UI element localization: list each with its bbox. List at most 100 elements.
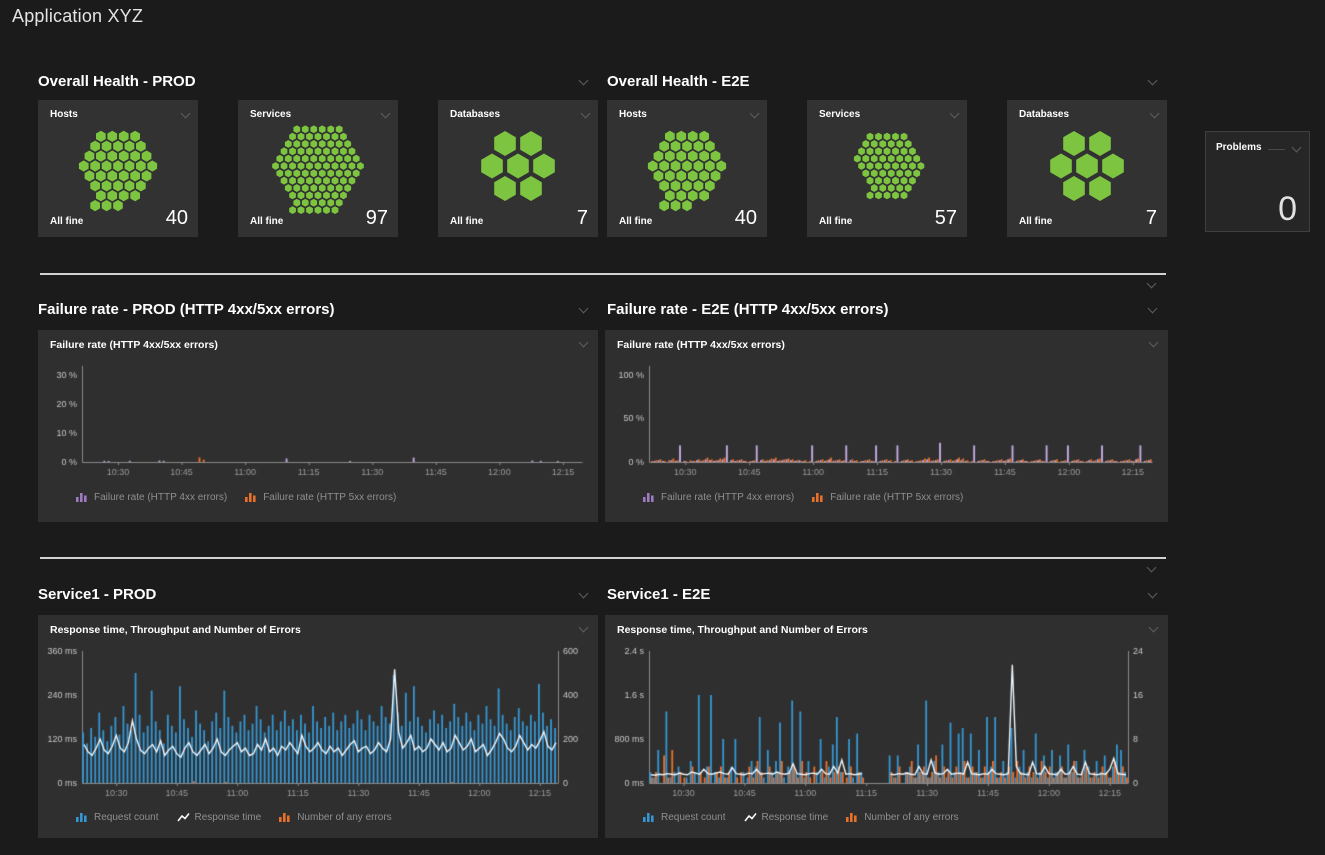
bars-icon bbox=[245, 492, 258, 503]
hexagon-cluster bbox=[238, 114, 398, 217]
legend-item[interactable]: Request count bbox=[76, 812, 159, 823]
tile-count: 7 bbox=[577, 207, 588, 230]
section-header-overall-health-prod: Overall Health - PROD bbox=[38, 72, 590, 90]
legend-item[interactable]: Response time bbox=[744, 812, 829, 823]
tile-status: All fine bbox=[50, 216, 83, 227]
hexagon-cluster bbox=[607, 114, 767, 217]
section-title: Overall Health - PROD bbox=[38, 73, 196, 90]
health-tile-services-e2e[interactable]: Services All fine 57 bbox=[807, 100, 967, 237]
legend-label: Number of any errors bbox=[297, 812, 391, 823]
section-header-service1-prod: Service1 - PROD bbox=[38, 585, 590, 603]
health-tile-databases-prod[interactable]: Databases All fine 7 bbox=[438, 100, 598, 237]
bars-icon bbox=[643, 812, 656, 823]
problems-label: Problems bbox=[1216, 142, 1262, 153]
chevron-down-icon[interactable] bbox=[1147, 304, 1159, 314]
chart-card-title: Failure rate (HTTP 4xx/5xx errors) bbox=[617, 339, 785, 351]
chart-card-title: Failure rate (HTTP 4xx/5xx errors) bbox=[50, 339, 218, 351]
failure-rate-chart[interactable] bbox=[611, 356, 1162, 484]
chevron-down-icon[interactable] bbox=[578, 589, 590, 599]
section-header-overall-health-e2e: Overall Health - E2E bbox=[607, 72, 1159, 90]
tile-status: All fine bbox=[250, 216, 283, 227]
tile-status: All fine bbox=[819, 216, 852, 227]
legend-label: Failure rate (HTTP 5xx errors) bbox=[263, 492, 396, 503]
hexagon-cluster bbox=[807, 114, 967, 217]
tile-status: All fine bbox=[619, 216, 652, 227]
bars-icon bbox=[846, 812, 859, 823]
chevron-down-icon[interactable] bbox=[578, 623, 590, 633]
tile-count: 57 bbox=[935, 207, 957, 230]
tile-count: 40 bbox=[166, 207, 188, 230]
legend-label: Request count bbox=[94, 812, 159, 823]
problems-sparkline-placeholder bbox=[1268, 149, 1285, 150]
legend-item[interactable]: Failure rate (HTTP 5xx errors) bbox=[245, 492, 396, 503]
section-separator bbox=[40, 557, 1166, 559]
chevron-down-icon[interactable] bbox=[578, 76, 590, 86]
legend-label: Response time bbox=[762, 812, 829, 823]
problems-tile[interactable]: Problems 0 bbox=[1205, 131, 1310, 232]
chart-card-failure-e2e: Failure rate (HTTP 4xx/5xx errors) Failu… bbox=[605, 330, 1168, 522]
tile-status: All fine bbox=[1019, 216, 1052, 227]
chart-legend: Request count Response time Number of any … bbox=[76, 812, 392, 823]
section-title: Overall Health - E2E bbox=[607, 73, 750, 90]
legend-item[interactable]: Response time bbox=[177, 812, 262, 823]
tile-count: 40 bbox=[735, 207, 757, 230]
chevron-down-icon[interactable] bbox=[1146, 563, 1158, 573]
legend-item[interactable]: Failure rate (HTTP 4xx errors) bbox=[643, 492, 794, 503]
legend-label: Failure rate (HTTP 5xx errors) bbox=[830, 492, 963, 503]
chart-card-failure-prod: Failure rate (HTTP 4xx/5xx errors) Failu… bbox=[38, 330, 598, 522]
health-tile-hosts-e2e[interactable]: Hosts All fine 40 bbox=[607, 100, 767, 237]
problems-count: 0 bbox=[1278, 190, 1297, 229]
chart-legend: Failure rate (HTTP 4xx errors) Failure ra… bbox=[76, 492, 396, 503]
tile-count: 7 bbox=[1146, 207, 1157, 230]
chevron-down-icon[interactable] bbox=[1148, 623, 1160, 633]
bars-icon bbox=[812, 492, 825, 503]
health-tile-hosts-prod[interactable]: Hosts All fine 40 bbox=[38, 100, 198, 237]
failure-rate-chart[interactable] bbox=[44, 356, 592, 484]
legend-item[interactable]: Number of any errors bbox=[846, 812, 958, 823]
section-header-failure-e2e: Failure rate - E2E (HTTP 4xx/5xx errors) bbox=[607, 300, 1159, 318]
chart-card-service1-prod: Response time, Throughput and Number of … bbox=[38, 615, 598, 838]
hexagon-cluster bbox=[1007, 114, 1167, 217]
bars-icon bbox=[76, 812, 89, 823]
bars-icon bbox=[279, 812, 292, 823]
section-title: Service1 - E2E bbox=[607, 586, 710, 603]
bars-icon bbox=[76, 492, 89, 503]
line-icon bbox=[744, 812, 757, 823]
tile-count: 97 bbox=[366, 207, 388, 230]
legend-label: Failure rate (HTTP 4xx errors) bbox=[94, 492, 227, 503]
line-icon bbox=[177, 812, 190, 823]
section-title: Failure rate - PROD (HTTP 4xx/5xx errors… bbox=[38, 301, 335, 318]
chevron-down-icon[interactable] bbox=[1147, 76, 1159, 86]
chevron-down-icon[interactable] bbox=[1291, 143, 1303, 153]
section-header-service1-e2e: Service1 - E2E bbox=[607, 585, 1159, 603]
hexagon-cluster bbox=[438, 114, 598, 217]
legend-label: Request count bbox=[661, 812, 726, 823]
health-tile-databases-e2e[interactable]: Databases All fine 7 bbox=[1007, 100, 1167, 237]
legend-item[interactable]: Number of any errors bbox=[279, 812, 391, 823]
chevron-down-icon[interactable] bbox=[1147, 589, 1159, 599]
service-metrics-chart[interactable] bbox=[611, 641, 1162, 805]
chart-card-title: Response time, Throughput and Number of … bbox=[50, 624, 301, 636]
legend-item[interactable]: Request count bbox=[643, 812, 726, 823]
bars-icon bbox=[643, 492, 656, 503]
legend-label: Number of any errors bbox=[864, 812, 958, 823]
chart-legend: Request count Response time Number of any … bbox=[643, 812, 959, 823]
section-title: Failure rate - E2E (HTTP 4xx/5xx errors) bbox=[607, 301, 889, 318]
chevron-down-icon[interactable] bbox=[1146, 279, 1158, 289]
health-tile-services-prod[interactable]: Services All fine 97 bbox=[238, 100, 398, 237]
legend-label: Response time bbox=[195, 812, 262, 823]
section-header-failure-prod: Failure rate - PROD (HTTP 4xx/5xx errors… bbox=[38, 300, 590, 318]
page-title: Application XYZ bbox=[12, 6, 143, 27]
service-metrics-chart[interactable] bbox=[44, 641, 592, 805]
chevron-down-icon[interactable] bbox=[578, 304, 590, 314]
section-title: Service1 - PROD bbox=[38, 586, 156, 603]
legend-item[interactable]: Failure rate (HTTP 5xx errors) bbox=[812, 492, 963, 503]
legend-item[interactable]: Failure rate (HTTP 4xx errors) bbox=[76, 492, 227, 503]
legend-label: Failure rate (HTTP 4xx errors) bbox=[661, 492, 794, 503]
chevron-down-icon[interactable] bbox=[1148, 338, 1160, 348]
hexagon-cluster bbox=[38, 114, 198, 217]
section-separator bbox=[40, 273, 1166, 275]
chevron-down-icon[interactable] bbox=[578, 338, 590, 348]
chart-card-service1-e2e: Response time, Throughput and Number of … bbox=[605, 615, 1168, 838]
tile-status: All fine bbox=[450, 216, 483, 227]
